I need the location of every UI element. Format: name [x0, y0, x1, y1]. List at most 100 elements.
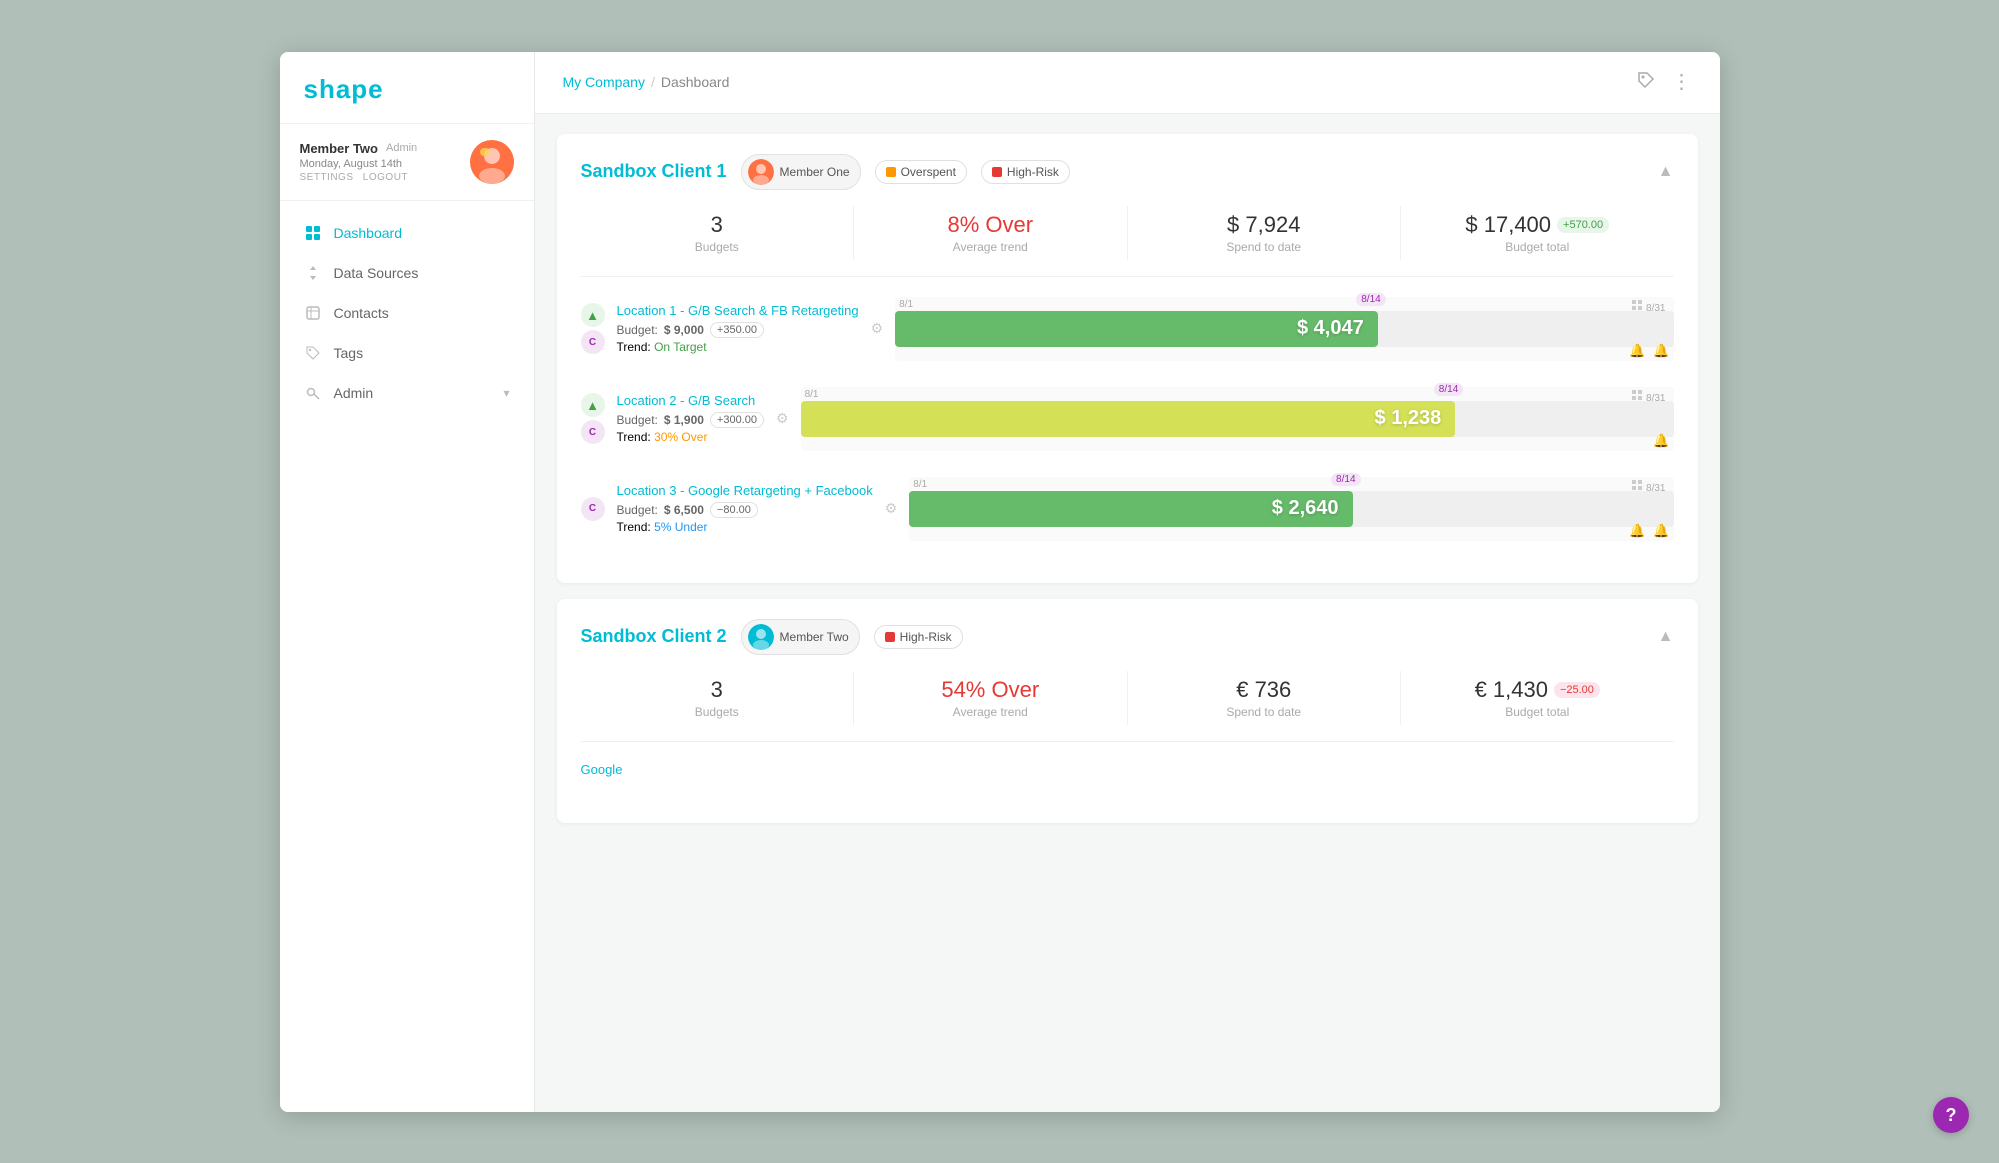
budget-name-3[interactable]: Location 3 - Google Retargeting + Facebo… — [617, 483, 873, 498]
member-one-name: Member One — [780, 165, 850, 179]
budget-row-3: C Location 3 - Google Retargeting + Face… — [581, 473, 1674, 545]
client-1-header: Sandbox Client 1 Member One — [581, 154, 1674, 190]
bell-icon-2a[interactable]: 🔔 — [1653, 433, 1669, 449]
sidebar-user: Member Two Admin Monday, August 14th SET… — [280, 124, 534, 201]
budget-label-3: Budget: — [617, 503, 658, 517]
bell-icon-3a[interactable]: 🔔 — [1629, 523, 1645, 539]
bell-icon-3b[interactable]: 🔔 — [1653, 523, 1669, 539]
bar-track-1: $ 4,047 8/14 — [895, 311, 1673, 347]
budget-change-2: +300.00 — [710, 412, 764, 428]
sidebar-item-tags[interactable]: Tags — [280, 333, 534, 373]
stat-trend-label-2: Average trend — [854, 705, 1127, 719]
overspent-label: Overspent — [901, 165, 956, 179]
high-risk-badge-2[interactable]: High-Risk — [874, 625, 963, 649]
user-name: Member Two — [300, 141, 379, 156]
budget-details-3: Budget: $ 6,500 −80.00 — [617, 502, 873, 518]
client-2-stats: 3 Budgets 54% Over Average trend € 736 S… — [581, 671, 1674, 742]
sidebar-item-data-sources[interactable]: Data Sources — [280, 253, 534, 293]
client-2-title[interactable]: Sandbox Client 2 — [581, 626, 727, 647]
bar-labels-top-3: 8/1 — [909, 479, 1673, 490]
nav-label-admin: Admin — [334, 385, 492, 401]
collapse-btn-2[interactable]: ▲ — [1658, 628, 1674, 646]
bar-fill-3: $ 2,640 8/14 — [909, 491, 1352, 527]
budget-name-1[interactable]: Location 1 - G/B Search & FB Retargeting — [617, 303, 859, 318]
bar-value-2: $ 1,238 — [1375, 407, 1442, 430]
high-risk-dot-2 — [885, 632, 895, 642]
budget-row-1: ▲ C Location 1 - G/B Search & FB Retarge… — [581, 293, 1674, 365]
tag-topbar-icon[interactable] — [1636, 70, 1656, 95]
user-links: SETTINGS LOGOUT — [300, 172, 458, 183]
breadcrumb-company[interactable]: My Company — [563, 74, 645, 90]
stat-spend-label-1: Spend to date — [1128, 240, 1401, 254]
budget-trend-1: Trend: On Target — [617, 340, 859, 354]
stat-total-label-2: Budget total — [1401, 705, 1674, 719]
bell-icon-1a[interactable]: 🔔 — [1629, 343, 1645, 359]
budget-name-google[interactable]: Google — [581, 762, 623, 777]
high-risk-label-1: High-Risk — [1007, 165, 1059, 179]
gear-icon-1[interactable]: ⚙ — [871, 320, 884, 337]
high-risk-badge-1[interactable]: High-Risk — [981, 160, 1070, 184]
high-risk-dot-1 — [992, 167, 1002, 177]
bar-end-3: 8/31 — [1631, 479, 1665, 494]
settings-link[interactable]: SETTINGS — [300, 172, 354, 183]
stat-spend-2: € 736 Spend to date — [1128, 671, 1402, 725]
trend-value-1: On Target — [654, 340, 706, 354]
gear-icon-2[interactable]: ⚙ — [776, 410, 789, 427]
bell-icon-1b[interactable]: 🔔 — [1653, 343, 1669, 359]
budget-info-1: Location 1 - G/B Search & FB Retargeting… — [617, 303, 859, 354]
budget-up-btn-1[interactable]: ▲ — [581, 303, 605, 327]
client-1-title[interactable]: Sandbox Client 1 — [581, 161, 727, 182]
budget-row-google: Google — [581, 758, 1674, 785]
client-card-2: Sandbox Client 2 Member Two — [557, 599, 1698, 823]
bell-row-1: 🔔 🔔 — [1629, 343, 1669, 359]
budget-amount-2: $ 1,900 — [664, 413, 704, 427]
budget-trend-2: Trend: 30% Over — [617, 430, 765, 444]
sidebar-item-contacts[interactable]: Contacts — [280, 293, 534, 333]
user-info: Member Two Admin Monday, August 14th SET… — [300, 141, 458, 183]
stat-budget-total-2: € 1,430 −25.00 Budget total — [1401, 671, 1674, 725]
collapse-btn-1[interactable]: ▲ — [1658, 163, 1674, 181]
budget-c-btn-3[interactable]: C — [581, 497, 605, 521]
trend-value-2: 30% Over — [654, 430, 707, 444]
stat-budgets-label-1: Budgets — [581, 240, 854, 254]
user-date: Monday, August 14th — [300, 158, 458, 170]
more-options-icon[interactable]: ⋮ — [1672, 72, 1692, 92]
key-icon — [304, 384, 322, 402]
stat-total-value-2: € 1,430 −25.00 — [1401, 677, 1674, 703]
budget-bar-2: 8/1 $ 1,238 8/14 8/31 — [801, 387, 1674, 451]
breadcrumb-page: Dashboard — [661, 74, 730, 90]
budget-amount-3: $ 6,500 — [664, 503, 704, 517]
budget-change-1: +350.00 — [710, 322, 764, 338]
budget-up-btn-2[interactable]: ▲ — [581, 393, 605, 417]
bar-milestone-2: 8/14 — [1434, 383, 1463, 396]
budget-c-btn-1[interactable]: C — [581, 330, 605, 354]
main-content: Sandbox Client 1 Member One — [535, 114, 1720, 1112]
breadcrumb: My Company / Dashboard — [563, 74, 730, 90]
app-name: shape — [304, 74, 384, 104]
budget-trend-3: Trend: 5% Under — [617, 520, 873, 534]
budget-amount-1: $ 9,000 — [664, 323, 704, 337]
budget-name-2[interactable]: Location 2 - G/B Search — [617, 393, 765, 408]
trend-value-3: 5% Under — [654, 520, 707, 534]
client-card-1: Sandbox Client 1 Member One — [557, 134, 1698, 583]
budget-c-btn-2[interactable]: C — [581, 420, 605, 444]
sidebar-item-dashboard[interactable]: Dashboard — [280, 213, 534, 253]
budget-icons-2: ▲ C — [581, 393, 605, 444]
grid-icon — [304, 224, 322, 242]
stat-spend-value-2: € 736 — [1128, 677, 1401, 703]
bar-start-3: 8/1 — [913, 479, 927, 490]
budget-details-1: Budget: $ 9,000 +350.00 — [617, 322, 859, 338]
client-2-member-badge[interactable]: Member Two — [741, 619, 860, 655]
stat-trend-value-1: 8% Over — [854, 212, 1127, 238]
budget-row-2: ▲ C Location 2 - G/B Search Budget: $ 1,… — [581, 383, 1674, 455]
gear-icon-3[interactable]: ⚙ — [885, 500, 898, 517]
budget-details-2: Budget: $ 1,900 +300.00 — [617, 412, 765, 428]
sidebar-item-admin[interactable]: Admin ▾ — [280, 373, 534, 413]
help-button[interactable]: ? — [1933, 1097, 1969, 1133]
overspent-badge[interactable]: Overspent — [875, 160, 967, 184]
client-1-stats: 3 Budgets 8% Over Average trend $ 7,924 … — [581, 206, 1674, 277]
client-1-member-badge[interactable]: Member One — [741, 154, 861, 190]
logout-link[interactable]: LOGOUT — [363, 172, 408, 183]
high-risk-label-2: High-Risk — [900, 630, 952, 644]
budget-info-3: Location 3 - Google Retargeting + Facebo… — [617, 483, 873, 534]
